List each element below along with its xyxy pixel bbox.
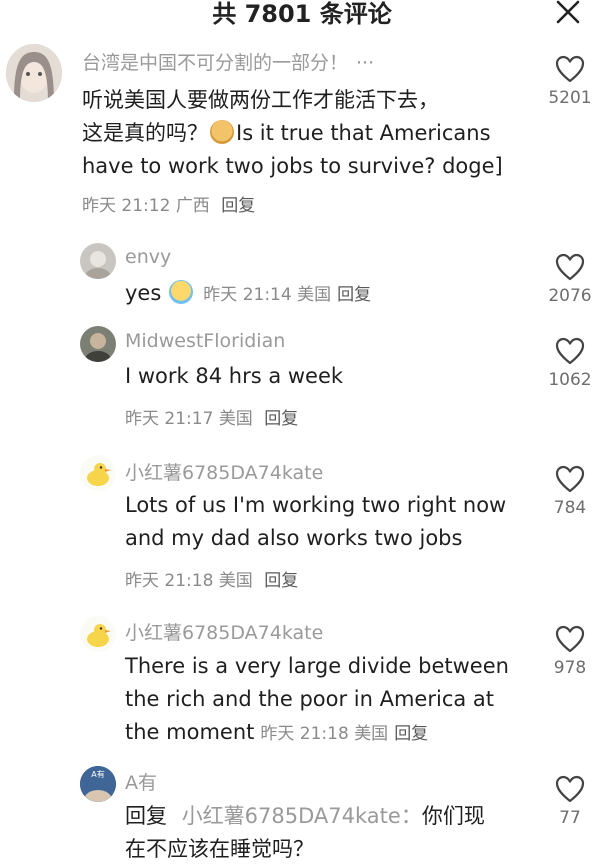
- username[interactable]: MidwestFloridian: [125, 330, 285, 352]
- comment-line: 听说美国人要做两份工作才能活下去，: [82, 88, 439, 112]
- comment-line: the rich and the poor in America at: [125, 687, 495, 711]
- like-count: 978: [553, 658, 587, 678]
- reply-prefix: 回复: [125, 804, 167, 828]
- like-button[interactable]: 978: [540, 624, 600, 678]
- comments-header: 共 7801 条评论: [0, 0, 604, 30]
- comment-line: Lots of us I'm working two right now: [125, 493, 507, 517]
- location: 广西: [175, 196, 210, 216]
- duck-avatar-icon[interactable]: [80, 616, 116, 652]
- comment-meta: 昨天 21:12 广西 回复: [82, 191, 255, 216]
- comment-text: yes 昨天 21:14 美国 回复: [125, 277, 371, 312]
- comment-line: 这是真的吗？ Is it true that Americans: [82, 117, 503, 150]
- like-count: 77: [559, 808, 581, 828]
- username[interactable]: A有: [125, 768, 157, 795]
- heart-outline-icon: [555, 775, 585, 803]
- reply-target-username[interactable]: 小红薯6785DA74kate：: [182, 804, 422, 828]
- avatar[interactable]: [80, 326, 116, 362]
- username-text: 台湾是中国不可分割的一部分！: [82, 52, 349, 74]
- comment-meta: 昨天 21:18 美国 回复: [125, 566, 298, 591]
- comment-line: 在不应该在睡觉吗？: [125, 837, 314, 861]
- username[interactable]: envy: [125, 246, 171, 268]
- reply-button[interactable]: 回复: [264, 571, 298, 591]
- avatar[interactable]: [6, 44, 62, 102]
- reply-button[interactable]: 回复: [264, 409, 298, 429]
- comment-meta: 昨天 21:14 美国 回复: [203, 285, 371, 305]
- like-button[interactable]: 784: [540, 464, 600, 518]
- username[interactable]: 台湾是中国不可分割的一部分！ ···: [82, 48, 374, 75]
- close-icon: [556, 0, 580, 24]
- like-button[interactable]: 2076: [540, 252, 600, 306]
- like-button[interactable]: 5201: [540, 54, 600, 108]
- like-button[interactable]: 77: [540, 774, 600, 828]
- avatar[interactable]: [80, 243, 116, 279]
- comment-line-part: 这是真的吗？: [82, 121, 208, 145]
- like-button[interactable]: 1062: [540, 336, 600, 390]
- comment-line: yes: [125, 281, 162, 305]
- reply-button[interactable]: 回复: [394, 724, 428, 744]
- comment-line-part: 你们现: [421, 804, 485, 828]
- doge-emoji-icon: [210, 120, 234, 144]
- like-count: 5201: [548, 88, 592, 108]
- heart-outline-icon: [555, 253, 585, 281]
- like-count: 784: [553, 498, 587, 518]
- avatar-text: A有: [91, 769, 104, 779]
- heart-outline-icon: [555, 625, 585, 653]
- comment-text: 听说美国人要做两份工作才能活下去， 这是真的吗？ Is it true that …: [82, 84, 503, 183]
- comment-line-part: the moment: [125, 720, 255, 744]
- timestamp: 昨天 21:17: [125, 409, 214, 429]
- username[interactable]: 小红薯6785DA74kate: [125, 618, 323, 645]
- duck-avatar-icon[interactable]: [80, 455, 116, 491]
- timestamp: 昨天 21:12: [82, 196, 171, 216]
- location: 美国: [218, 571, 253, 591]
- like-count: 1062: [548, 370, 592, 390]
- reply-button[interactable]: 回复: [337, 285, 371, 305]
- comment-meta: 昨天 21:18 美国 回复: [260, 724, 428, 744]
- comment-text: Lots of us I'm working two right now and…: [125, 489, 506, 555]
- comment-line: 回复 小红薯6785DA74kate：你们现: [125, 800, 485, 833]
- timestamp: 昨天 21:18: [260, 724, 349, 744]
- comment-text: 回复 小红薯6785DA74kate：你们现 在不应该在睡觉吗？: [125, 800, 485, 866]
- location: 美国: [218, 409, 253, 429]
- username[interactable]: 小红薯6785DA74kate: [125, 458, 323, 485]
- heart-outline-icon: [555, 465, 585, 493]
- location: 美国: [354, 724, 389, 744]
- comment-line: the moment 昨天 21:18 美国 回复: [125, 716, 509, 751]
- location: 美国: [297, 285, 332, 305]
- reply-button[interactable]: 回复: [221, 196, 255, 216]
- comment-count-title: 共 7801 条评论: [212, 0, 392, 28]
- comment-line: have to work two jobs to survive? doge]: [82, 154, 503, 178]
- comment-text: I work 84 hrs a week: [125, 364, 344, 388]
- more-options-icon[interactable]: ···: [356, 52, 374, 74]
- comment-line-part: Is it true that Americans: [236, 121, 491, 145]
- comment-text: There is a very large divide between the…: [125, 650, 509, 751]
- comment-line: and my dad also works two jobs: [125, 526, 463, 550]
- comment-meta: 昨天 21:17 美国 回复: [125, 404, 298, 429]
- timestamp: 昨天 21:18: [125, 571, 214, 591]
- close-button[interactable]: [552, 0, 582, 28]
- timestamp: 昨天 21:14: [203, 285, 292, 305]
- crying-emoji-icon: [169, 280, 194, 304]
- comment-line: There is a very large divide between: [125, 654, 509, 678]
- heart-outline-icon: [555, 55, 585, 83]
- avatar[interactable]: A有: [80, 766, 116, 802]
- like-count: 2076: [548, 286, 592, 306]
- heart-outline-icon: [555, 337, 585, 365]
